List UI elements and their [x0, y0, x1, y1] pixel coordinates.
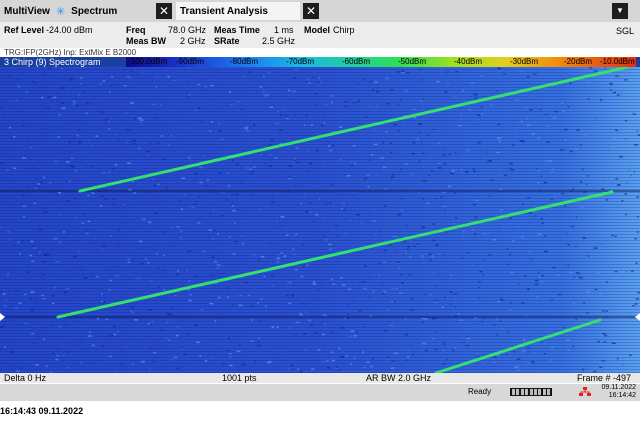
colorbar-tick: -30dBm: [510, 57, 539, 66]
colorbar-tick: -50dBm: [398, 57, 427, 66]
trace-footer: Delta 0 Hz 1001 pts AR BW 2.0 GHz Frame …: [0, 373, 640, 383]
spectrogram-canvas: [0, 67, 640, 373]
chirp-trace: [434, 318, 602, 373]
close-icon[interactable]: ✕: [303, 3, 319, 19]
progress-segment: [538, 389, 542, 395]
model-label: Model: [304, 25, 330, 35]
colorbar-tick: -70dBm: [286, 57, 315, 66]
colorbar-tick: -40dBm: [454, 57, 483, 66]
color-scale-bar: -100.0dBm -90dBm -80dBm -70dBm -60dBm -5…: [126, 57, 636, 67]
meas-time-label: Meas Time: [214, 25, 260, 35]
progress-segment: [520, 389, 524, 395]
right-marker-icon[interactable]: [635, 313, 640, 321]
chirp-trace: [56, 190, 614, 319]
star-icon: ✳: [55, 5, 66, 18]
chevron-down-icon[interactable]: ▼: [612, 3, 628, 19]
tab-multiview-label: MultiView: [4, 5, 50, 17]
colorbar-tick: -80dBm: [230, 57, 259, 66]
progress-segment: [534, 389, 537, 395]
points-readout: 1001 pts: [222, 373, 257, 383]
freq-label: Freq: [126, 25, 146, 35]
progress-segment: [525, 389, 529, 395]
colorbar-tick: -100.0dBm: [128, 57, 168, 66]
tab-transient-label: Transient Analysis: [180, 5, 268, 17]
left-marker-icon[interactable]: [0, 313, 5, 321]
network-icon[interactable]: [579, 387, 591, 397]
ar-bw-readout: AR BW 2.0 GHz: [366, 373, 432, 383]
settings-bar: Ref Level -24.00 dBm Freq 78.0 GHz Meas …: [0, 22, 640, 48]
status-time: 16:14:42: [608, 392, 636, 399]
colorbar-tick: -20dBm: [564, 57, 593, 66]
progress-segment: [529, 389, 533, 395]
spectrogram-header: 3 Chirp (9) Spectrogram -100.0dBm -90dBm…: [0, 57, 640, 67]
meas-bw-value[interactable]: 2 GHz: [180, 36, 206, 46]
status-bar: Ready 09.11.2022 16:14:42: [0, 384, 640, 401]
srate-label: SRate: [214, 36, 240, 46]
colorbar-tick: -60dBm: [342, 57, 371, 66]
progress-segment: [516, 389, 520, 395]
capture-timestamp: 16:14:43 09.11.2022: [0, 406, 84, 416]
progress-segment: [547, 389, 551, 395]
trigger-info: TRG:IFP(2GHz) Inp: ExtMix E B2000: [4, 48, 137, 57]
frame-readout: Frame # -497: [577, 373, 632, 383]
status-datetime: 09.11.2022 16:14:42: [596, 384, 636, 400]
meas-time-value[interactable]: 1 ms: [274, 25, 294, 35]
chirp-trace: [78, 67, 630, 193]
status-date: 09.11.2022: [601, 384, 636, 391]
progress-segment: [512, 389, 515, 395]
spectrogram-title: 3 Chirp (9) Spectrogram: [4, 57, 101, 67]
colorbar-tick: -90dBm: [176, 57, 205, 66]
close-icon[interactable]: ✕: [156, 3, 172, 19]
status-ready: Ready: [468, 387, 492, 396]
tab-multiview[interactable]: MultiView ✳ Spectrum: [4, 2, 154, 20]
tab-spectrum-label[interactable]: Spectrum: [71, 6, 117, 17]
sweep-mode-badge: SGL: [615, 26, 634, 36]
progress-segment: [542, 389, 546, 395]
model-value[interactable]: Chirp: [333, 25, 355, 35]
colorbar-tick: -10.0dBm: [600, 57, 635, 66]
spectrogram-plot[interactable]: [0, 67, 640, 373]
meas-bw-label: Meas BW: [126, 36, 167, 46]
srate-value[interactable]: 2.5 GHz: [262, 36, 295, 46]
freq-value[interactable]: 78.0 GHz: [168, 25, 206, 35]
ref-level-value[interactable]: -24.00 dBm: [46, 25, 93, 35]
tab-bar: MultiView ✳ Spectrum ✕ Transient Analysi…: [0, 0, 640, 22]
delta-readout: Delta 0 Hz: [4, 373, 47, 383]
ref-level-label: Ref Level: [4, 25, 45, 35]
progress-indicator: [510, 388, 552, 396]
tab-transient-analysis[interactable]: Transient Analysis: [176, 2, 300, 20]
noise-texture: [0, 67, 640, 373]
